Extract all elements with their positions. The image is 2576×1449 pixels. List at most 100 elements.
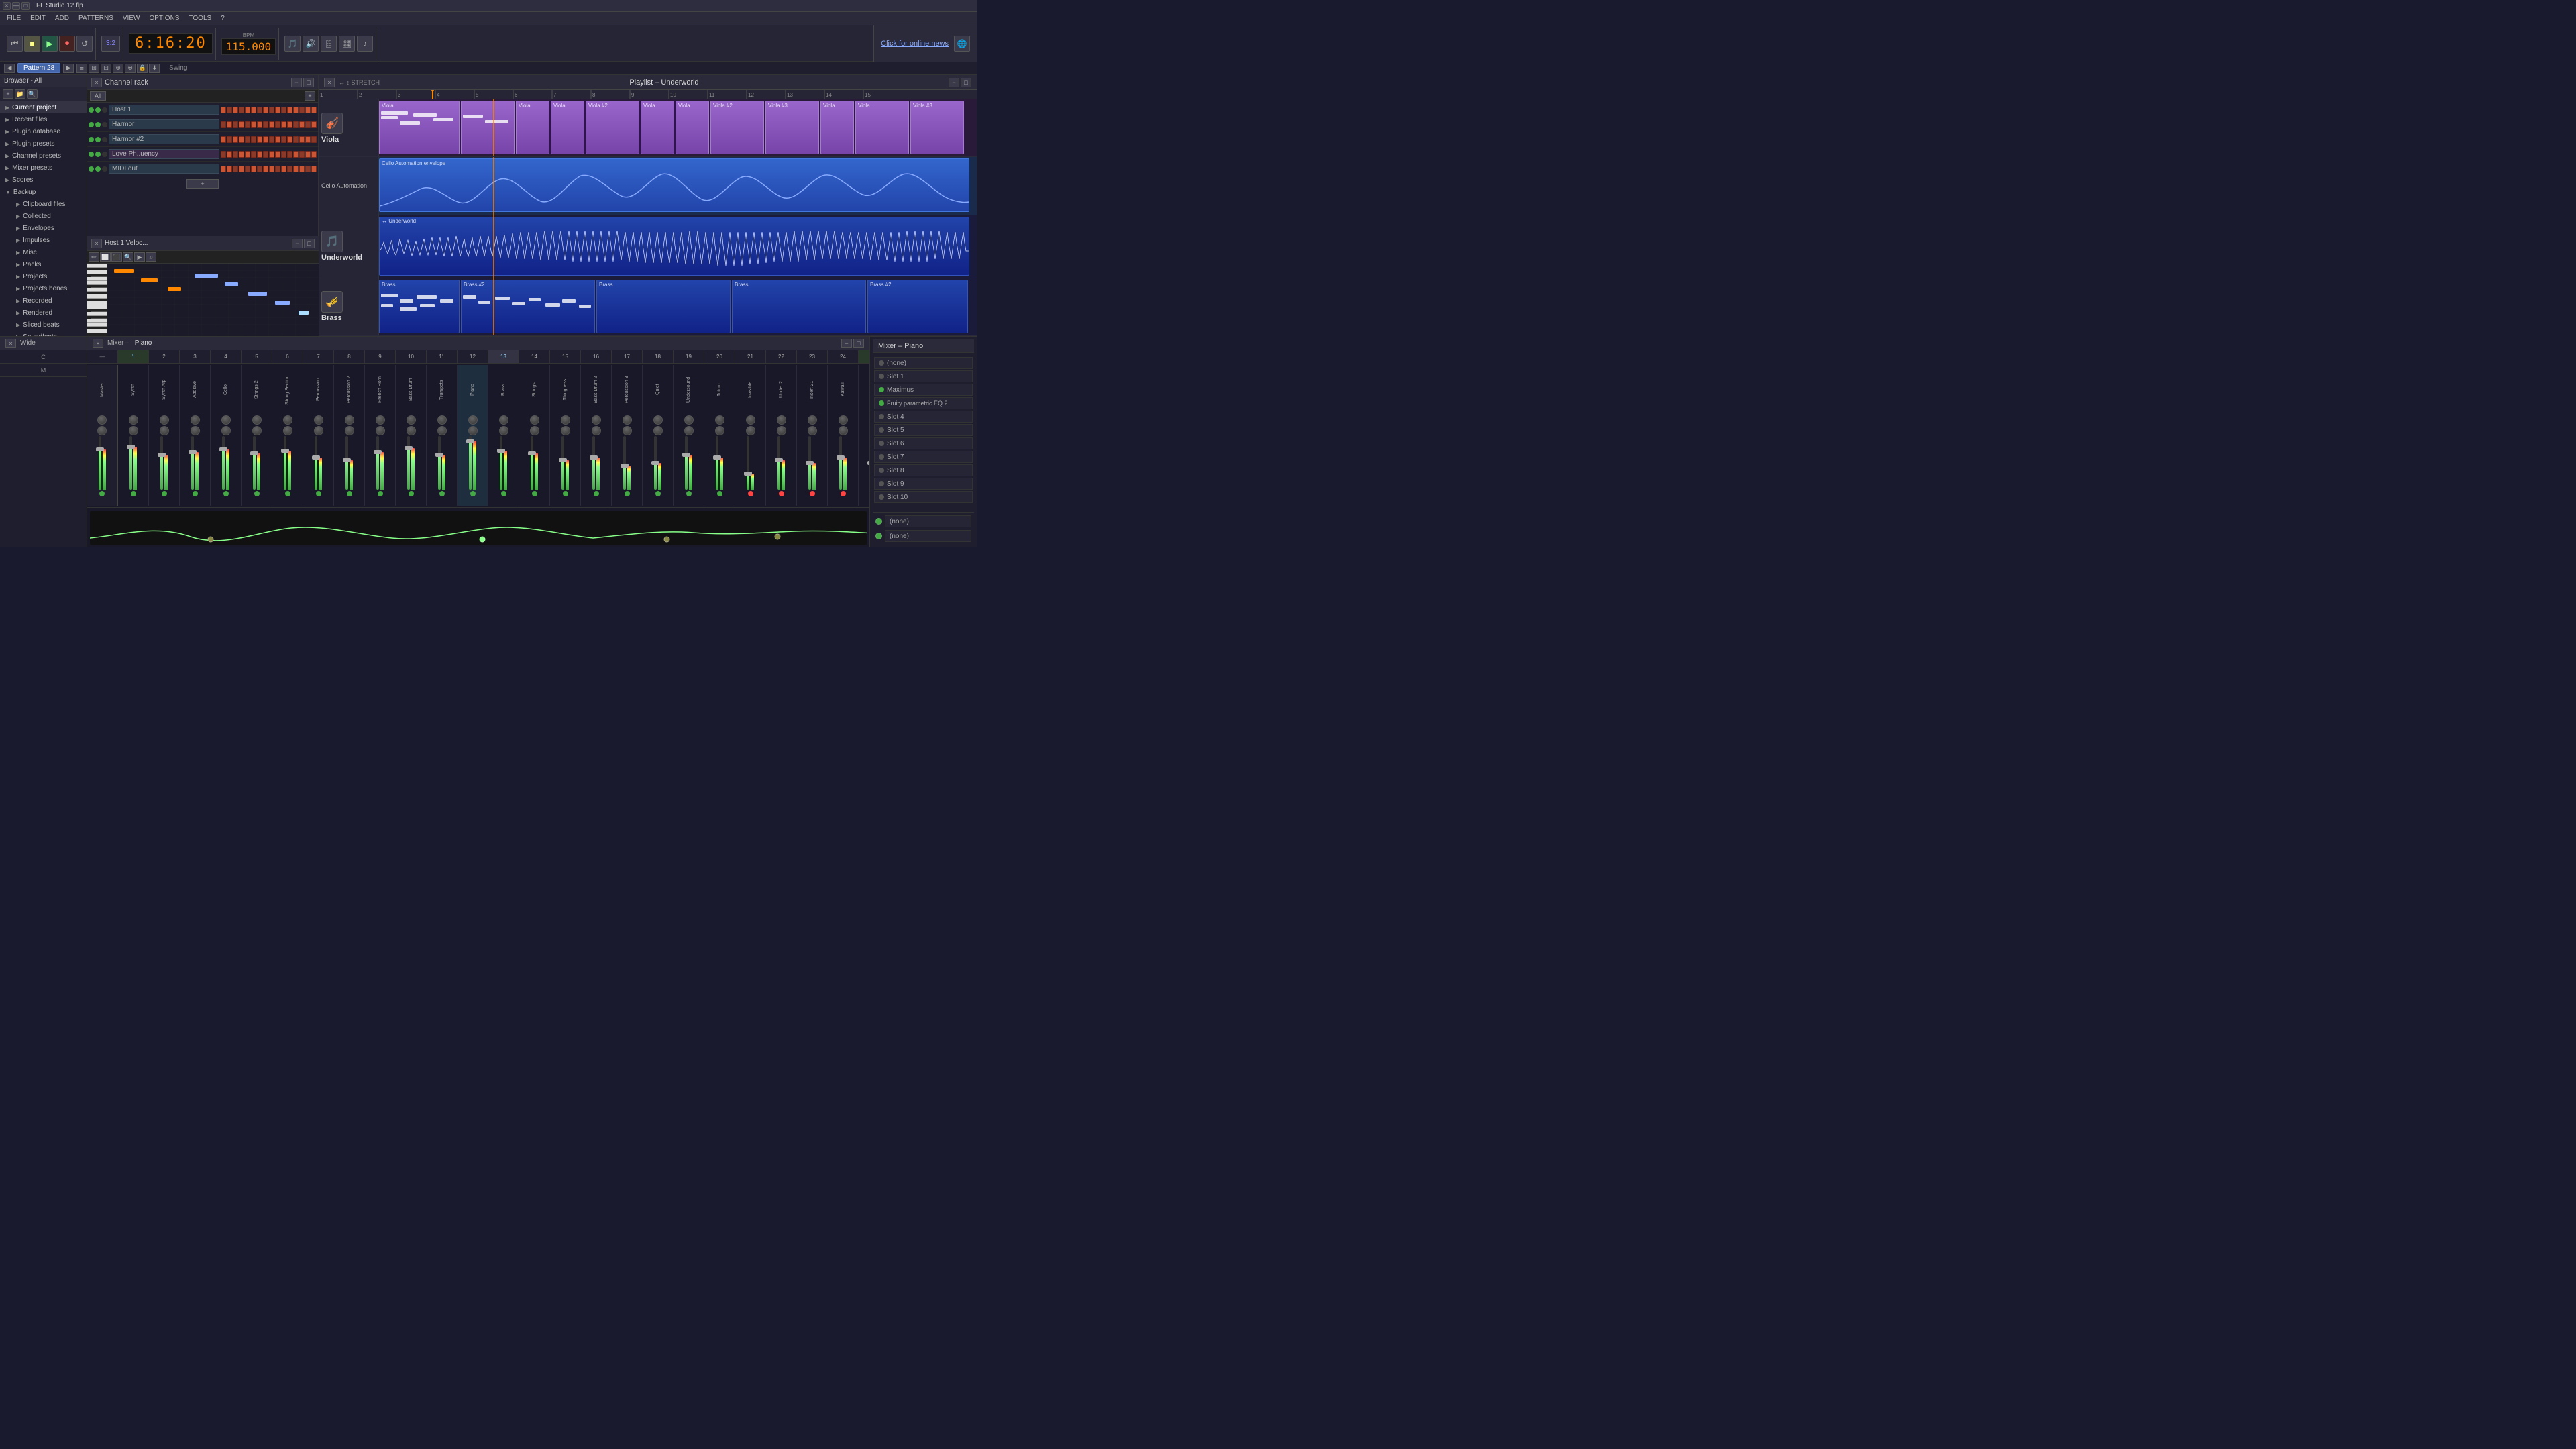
mix-knob-pan-0[interactable] bbox=[97, 426, 107, 435]
pad[interactable] bbox=[233, 136, 238, 143]
pad[interactable] bbox=[293, 121, 299, 128]
mixer-channel-7[interactable]: Percussion bbox=[303, 365, 334, 506]
mix-min-btn[interactable]: − bbox=[841, 339, 852, 348]
pad[interactable] bbox=[269, 136, 274, 143]
pat-tool-1[interactable]: ≡ bbox=[76, 64, 87, 73]
mix-knob-send-18[interactable] bbox=[653, 415, 663, 425]
pad[interactable] bbox=[257, 151, 262, 158]
mix-knob-send-3[interactable] bbox=[191, 415, 200, 425]
mix-fader-knob-4[interactable] bbox=[219, 447, 227, 451]
mix-fader-19[interactable] bbox=[685, 436, 688, 490]
pad[interactable] bbox=[257, 136, 262, 143]
mixer-channel-14[interactable]: Strings bbox=[519, 365, 550, 506]
pad[interactable] bbox=[269, 166, 274, 172]
track-content-brass[interactable]: Brass Brass bbox=[379, 278, 977, 335]
track-content-underworld[interactable]: ↔ Underworld bbox=[379, 215, 977, 278]
sidebar-item-channel-presets[interactable]: ▶ Channel presets bbox=[0, 150, 87, 162]
pad[interactable] bbox=[281, 121, 286, 128]
mix-active-13[interactable] bbox=[501, 491, 506, 496]
mix-active-6[interactable] bbox=[285, 491, 290, 496]
mix-fader-3[interactable] bbox=[191, 436, 194, 490]
mix-knob-pan-19[interactable] bbox=[684, 426, 694, 435]
sidebar-item-misc[interactable]: ▶ Misc bbox=[0, 246, 87, 258]
ch-solo-dot[interactable] bbox=[102, 137, 107, 142]
menu-patterns[interactable]: PATTERNS bbox=[74, 13, 117, 25]
ch-name-2[interactable]: Harmor #2 bbox=[109, 134, 219, 144]
mixer-channel-10[interactable]: Bass Drum bbox=[396, 365, 427, 506]
sidebar-item-recorded[interactable]: ▶ Recorded bbox=[0, 294, 87, 307]
menu-view[interactable]: VIEW bbox=[119, 13, 144, 25]
clip-viola-6[interactable]: Viola bbox=[641, 101, 674, 154]
pad[interactable] bbox=[281, 166, 286, 172]
clip-cello-1[interactable]: Cello Automation envelope bbox=[379, 158, 969, 212]
mixer-channel-20[interactable]: Totoro bbox=[704, 365, 735, 506]
mix-fader-22[interactable] bbox=[777, 436, 780, 490]
menu-tools[interactable]: TOOLS bbox=[184, 13, 215, 25]
pad[interactable] bbox=[305, 166, 311, 172]
mix-fader-knob-9[interactable] bbox=[374, 450, 382, 454]
mix-knob-send-19[interactable] bbox=[684, 415, 694, 425]
clip-viola-10[interactable]: Viola bbox=[820, 101, 854, 154]
pad[interactable] bbox=[293, 166, 299, 172]
pad[interactable] bbox=[263, 136, 268, 143]
rewind-btn[interactable]: ⏮ bbox=[7, 36, 23, 52]
sidebar-item-scores[interactable]: ▶ Scores bbox=[0, 174, 87, 186]
mix-knob-send-15[interactable] bbox=[561, 415, 570, 425]
mix-fader-knob-0[interactable] bbox=[96, 447, 104, 451]
pat-tool-7[interactable]: ⬇ bbox=[149, 64, 160, 73]
plugin-slot-0[interactable]: (none) bbox=[874, 357, 973, 369]
mix-max-btn[interactable]: □ bbox=[853, 339, 864, 348]
mix-active-24[interactable] bbox=[841, 491, 846, 496]
mix-active-4[interactable] bbox=[223, 491, 229, 496]
pad[interactable] bbox=[233, 121, 238, 128]
mixer-channel-0[interactable]: Master bbox=[87, 365, 118, 506]
clip-viola-2[interactable] bbox=[461, 101, 515, 154]
clip-viola-4[interactable]: Viola bbox=[551, 101, 584, 154]
mixer-channel-1[interactable]: Synth bbox=[118, 365, 149, 506]
ch-name-0[interactable]: Host 1 bbox=[109, 105, 219, 115]
pr-close[interactable]: × bbox=[91, 239, 102, 248]
pad[interactable] bbox=[275, 136, 280, 143]
mix-fader-knob-19[interactable] bbox=[682, 453, 690, 457]
mixer-channel-17[interactable]: Percussion 3 bbox=[612, 365, 643, 506]
mix-fader-5[interactable] bbox=[253, 436, 256, 490]
mix-active-10[interactable] bbox=[409, 491, 414, 496]
news-link[interactable]: Click for online news bbox=[881, 40, 949, 48]
mixer-channel-13[interactable]: Brass bbox=[488, 365, 519, 506]
mix-fader-2[interactable] bbox=[160, 436, 163, 490]
mix-knob-pan-20[interactable] bbox=[715, 426, 724, 435]
mix-knob-send-5[interactable] bbox=[252, 415, 262, 425]
mix-knob-pan-13[interactable] bbox=[499, 426, 508, 435]
pad[interactable] bbox=[221, 166, 226, 172]
mix-knob-send-11[interactable] bbox=[437, 415, 447, 425]
pattern-nav-next[interactable]: ▶ bbox=[63, 64, 74, 73]
pad[interactable] bbox=[269, 121, 274, 128]
ch-active-dot2[interactable] bbox=[95, 137, 101, 142]
mixer-channel-6[interactable]: String Section bbox=[272, 365, 303, 506]
mixer-channel-8[interactable]: Percussion 2 bbox=[334, 365, 365, 506]
ch-active-dot[interactable] bbox=[89, 122, 94, 127]
time-sig-display[interactable]: 3:2 bbox=[101, 36, 120, 52]
mix-active-22[interactable] bbox=[779, 491, 784, 496]
pad[interactable] bbox=[245, 151, 250, 158]
pad[interactable] bbox=[227, 166, 232, 172]
pad[interactable] bbox=[305, 107, 311, 113]
pad[interactable] bbox=[239, 151, 244, 158]
mix-knob-pan-7[interactable] bbox=[314, 426, 323, 435]
title-bar-controls[interactable]: × — □ bbox=[3, 2, 30, 10]
ch-all-btn[interactable]: All bbox=[90, 91, 106, 101]
pat-tool-2[interactable]: ⊞ bbox=[89, 64, 99, 73]
mix-fader-14[interactable] bbox=[531, 436, 533, 490]
pad[interactable] bbox=[251, 121, 256, 128]
menu-help[interactable]: ? bbox=[217, 13, 229, 25]
playlist-min[interactable]: − bbox=[949, 78, 959, 87]
pad[interactable] bbox=[227, 136, 232, 143]
pad[interactable] bbox=[287, 166, 292, 172]
pad[interactable] bbox=[287, 136, 292, 143]
mix-fader-knob-10[interactable] bbox=[405, 446, 413, 450]
mix-fader-10[interactable] bbox=[407, 436, 410, 490]
mixer-channel-21[interactable]: Invisible bbox=[735, 365, 766, 506]
pad[interactable] bbox=[257, 121, 262, 128]
clip-brass-3[interactable]: Brass bbox=[596, 280, 731, 333]
sidebar-item-impulses[interactable]: ▶ Impulses bbox=[0, 234, 87, 246]
